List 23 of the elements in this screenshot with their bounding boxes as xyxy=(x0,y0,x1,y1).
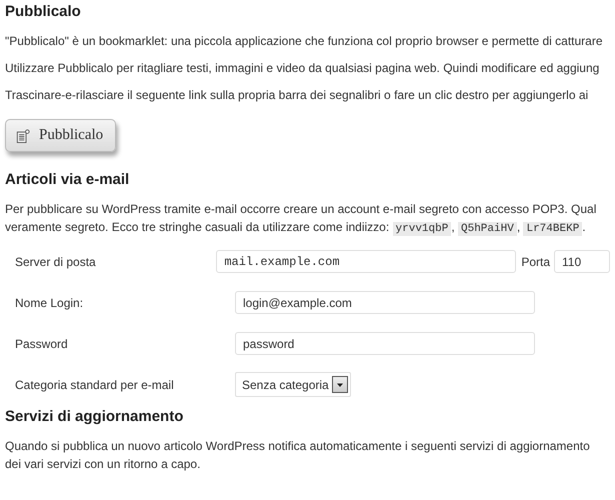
input-field[interactable]: password xyxy=(235,332,535,355)
section-heading: Pubblicalo xyxy=(5,3,82,21)
paragraph: Trascinare-e-rilasciare il seguente link sulla propria barra dei segnalibri o fare un clic destro per aggiungerlo ai xyxy=(5,87,590,104)
field-label: Nome Login: xyxy=(14,296,84,310)
paragraph: Per pubblicare su WordPress tramite e-mail occorre creare un account e-mail segreto con accesso POP3. Qual veramente segreto. Ecco tre stringhe casuali da utilizzare come indiizzo: yrvv1qbP , Q5hPaiHV , Lr74BEKP . xyxy=(5,201,598,238)
paragraph: "Pubblicalo" è un bookmarklet: una piccola applicazione che funziona col proprio browser e permette di catturare xyxy=(5,33,604,50)
field-label: Server di posta xyxy=(14,254,97,268)
field-label: Porta xyxy=(521,254,550,268)
field-label: Categoria standard per e-mail xyxy=(14,378,175,392)
dropdown[interactable]: Senza categoria xyxy=(235,372,351,397)
code-snippet: Lr74BEKP xyxy=(523,222,582,236)
field-label: Password xyxy=(14,336,69,350)
code-snippet: yrvv1qbP xyxy=(392,222,452,236)
input-field[interactable]: 110 xyxy=(554,250,610,273)
paragraph: Quando si pubblica un nuovo articolo WordPress notifica automaticamente i seguenti servizi di aggiornamento dei vari servizi con un ritorno a capo. xyxy=(5,438,591,473)
section-heading: Articoli via e-mail xyxy=(5,171,130,189)
input-field[interactable]: mail.example.com xyxy=(216,250,516,273)
input-field[interactable]: login@example.com xyxy=(235,291,535,314)
bookmarklet-button[interactable]: Pubblicalo xyxy=(5,119,116,152)
document-icon xyxy=(16,128,30,142)
paragraph: Utilizzare Pubblicalo per ritagliare testi, immagini e video da qualsiasi pagina web. Quindi modificare ed aggiung xyxy=(5,60,600,77)
section-heading: Servizi di aggiornamento xyxy=(5,408,184,426)
code-snippet: Q5hPaiHV xyxy=(458,222,517,236)
